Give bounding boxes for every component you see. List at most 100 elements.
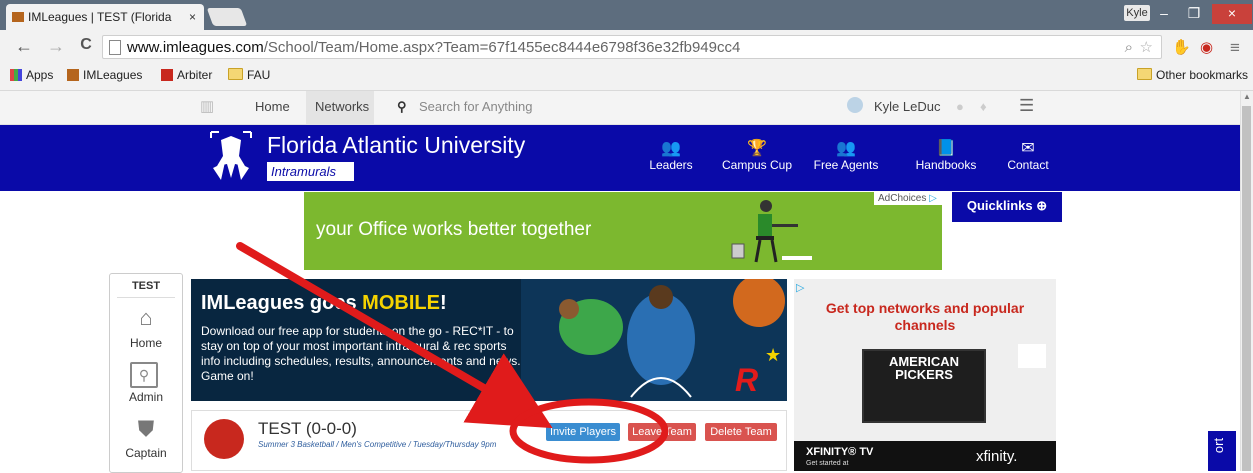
sidebar-item-home[interactable]: Home	[109, 336, 183, 350]
adchoices-icon[interactable]: ▷	[796, 281, 804, 294]
bookmark-arbiter[interactable]: Arbiter	[161, 68, 212, 82]
xfinity-logo: xfinity.	[976, 448, 1018, 465]
bookmark-other[interactable]: Other bookmarks	[1137, 68, 1248, 82]
user-name[interactable]: Kyle LeDuc	[874, 99, 940, 114]
adchoices-text: AdChoices	[878, 193, 927, 204]
window-close-icon[interactable]: ×	[1212, 4, 1252, 24]
notifications-bell-icon[interactable]: ♦	[980, 99, 987, 114]
tab-title: IMLeagues | TEST (Florida	[28, 10, 172, 24]
arbiter-icon	[161, 69, 173, 81]
svg-text:★: ★	[765, 345, 781, 366]
bookmark-star-icon[interactable]: ☆	[1140, 38, 1153, 56]
team-logo-icon[interactable]	[204, 419, 244, 459]
bookmark-imleagues[interactable]: IMLeagues	[67, 68, 142, 82]
folder-icon	[228, 68, 243, 80]
nav-label: Campus Cup	[721, 158, 793, 172]
imleagues-favicon-icon	[12, 12, 24, 22]
ad-text: your Office works better together	[316, 219, 592, 240]
address-bar[interactable]: www.imleagues.com/School/Team/Home.aspx?…	[102, 35, 1162, 59]
nav-label: Handbooks	[915, 158, 977, 172]
bookmark-apps[interactable]: Apps	[10, 68, 53, 82]
messages-icon[interactable]: ●	[956, 99, 964, 114]
back-icon[interactable]: ←	[14, 36, 34, 57]
nav-contact[interactable]: ✉ Contact	[988, 140, 1068, 172]
nav-handbooks[interactable]: 📘 Handbooks	[906, 140, 986, 172]
site-search-input[interactable]: Search for Anything	[419, 99, 532, 114]
team-name: TEST (0-0-0)	[258, 419, 357, 438]
support-tab-label[interactable]: ort	[1211, 438, 1226, 453]
admin-icon[interactable]: ⚲	[130, 362, 158, 388]
nav-networks[interactable]: Networks	[315, 99, 369, 114]
adchoices-icon: ▷	[929, 193, 937, 204]
nav-label: Free Agents	[813, 158, 879, 172]
pdf-extension-icon[interactable]: ◉	[1200, 38, 1213, 56]
quicklinks-button[interactable]: Quicklinks ⊕	[952, 192, 1062, 222]
nav-campus-cup[interactable]: 🏆 Campus Cup	[717, 140, 797, 172]
promo-title: IMLeagues goes MOBILE!	[201, 292, 447, 315]
delete-team-button[interactable]: Delete Team	[705, 423, 777, 441]
scroll-thumb[interactable]	[1242, 106, 1251, 471]
hamburger-menu-icon[interactable]: ☰	[1019, 96, 1034, 116]
sidebar-item-admin[interactable]: Admin	[109, 390, 183, 404]
invite-players-button[interactable]: Invite Players	[546, 423, 620, 441]
nav-home[interactable]: Home	[255, 99, 290, 114]
xfinity-ad-title: Get top networks and popular channels	[825, 300, 1025, 333]
chrome-menu-icon[interactable]: ≡	[1230, 38, 1240, 58]
minimize-icon[interactable]: –	[1150, 4, 1178, 24]
sidebar-team-code: TEST	[131, 280, 161, 292]
bookmark-fau[interactable]: FAU	[228, 68, 270, 82]
nav-leaders[interactable]: 👥 Leaders	[631, 140, 711, 172]
nav-label: Leaders	[649, 158, 693, 172]
site-nav	[0, 91, 1240, 125]
extension-icon[interactable]: ✋	[1172, 38, 1191, 56]
university-name[interactable]: Florida Atlantic University	[267, 132, 525, 159]
xfinity-tv-label: XFINITY® TV	[806, 446, 874, 458]
tv-show-title: AMERICAN PICKERS	[888, 354, 960, 382]
maximize-icon[interactable]: ❐	[1180, 4, 1208, 24]
nav-label: Contact	[1007, 158, 1049, 172]
zoom-search-icon[interactable]: ⌕	[1125, 39, 1133, 56]
envelope-icon: ✉	[1021, 140, 1035, 157]
book-icon: 📘	[936, 140, 956, 157]
divider	[117, 297, 175, 298]
xfinity-sub-label: Get started at	[806, 460, 849, 467]
plus-circle-icon: ⊕	[1036, 198, 1048, 213]
bookmark-label: FAU	[247, 68, 271, 82]
tab-close-icon[interactable]: ×	[189, 10, 196, 24]
scroll-up-icon[interactable]: ▲	[1243, 92, 1251, 101]
home-icon[interactable]: ⌂	[130, 305, 162, 331]
apps-icon	[10, 69, 22, 81]
promo-title-text: IMLeagues goes	[201, 292, 363, 314]
shield-star-icon[interactable]: ⛊	[130, 416, 162, 442]
university-subtitle: Intramurals	[267, 162, 354, 181]
url-domain: www.imleagues.com	[127, 39, 264, 56]
new-tab-button[interactable]	[206, 8, 248, 26]
promo-title-end: !	[439, 292, 447, 314]
adchoices-label[interactable]: AdChoices ▷	[874, 192, 942, 205]
trophy-icon: 🏆	[747, 140, 767, 157]
avatar[interactable]	[847, 97, 863, 113]
folder-icon	[1137, 68, 1152, 80]
bookmark-label: Apps	[26, 68, 54, 82]
search-icon[interactable]: ⚲	[397, 99, 407, 115]
forward-icon[interactable]: →	[46, 36, 66, 57]
ad-placeholder-box	[1018, 344, 1046, 368]
ad-illustration-icon	[731, 200, 812, 263]
browser-tab[interactable]: IMLeagues | TEST (Florida ×	[6, 4, 204, 30]
promo-body: Download our free app for students on th…	[201, 324, 521, 383]
team-meta[interactable]: Summer 3 Basketball / Men's Competitive …	[258, 440, 496, 449]
promo-title-highlight: MOBILE	[362, 292, 440, 314]
owl-logo-icon[interactable]	[205, 128, 257, 188]
profile-badge[interactable]: Kyle	[1124, 5, 1150, 21]
reload-icon[interactable]: C	[76, 36, 96, 54]
bookmark-label: Arbiter	[177, 68, 213, 82]
bookmark-label: IMLeagues	[83, 68, 143, 82]
quicklinks-label: Quicklinks	[966, 198, 1033, 213]
bookmark-label: Other bookmarks	[1156, 68, 1249, 82]
page-icon	[109, 40, 121, 55]
sidebar-item-captain[interactable]: Captain	[109, 446, 183, 460]
imleagues-logo-icon[interactable]: ▥	[200, 97, 220, 115]
nav-free-agents[interactable]: 👥 Free Agents	[806, 140, 886, 172]
url-path: /School/Team/Home.aspx?Team=67f1455ec844…	[263, 39, 741, 56]
leave-team-button[interactable]: Leave Team	[628, 423, 696, 441]
